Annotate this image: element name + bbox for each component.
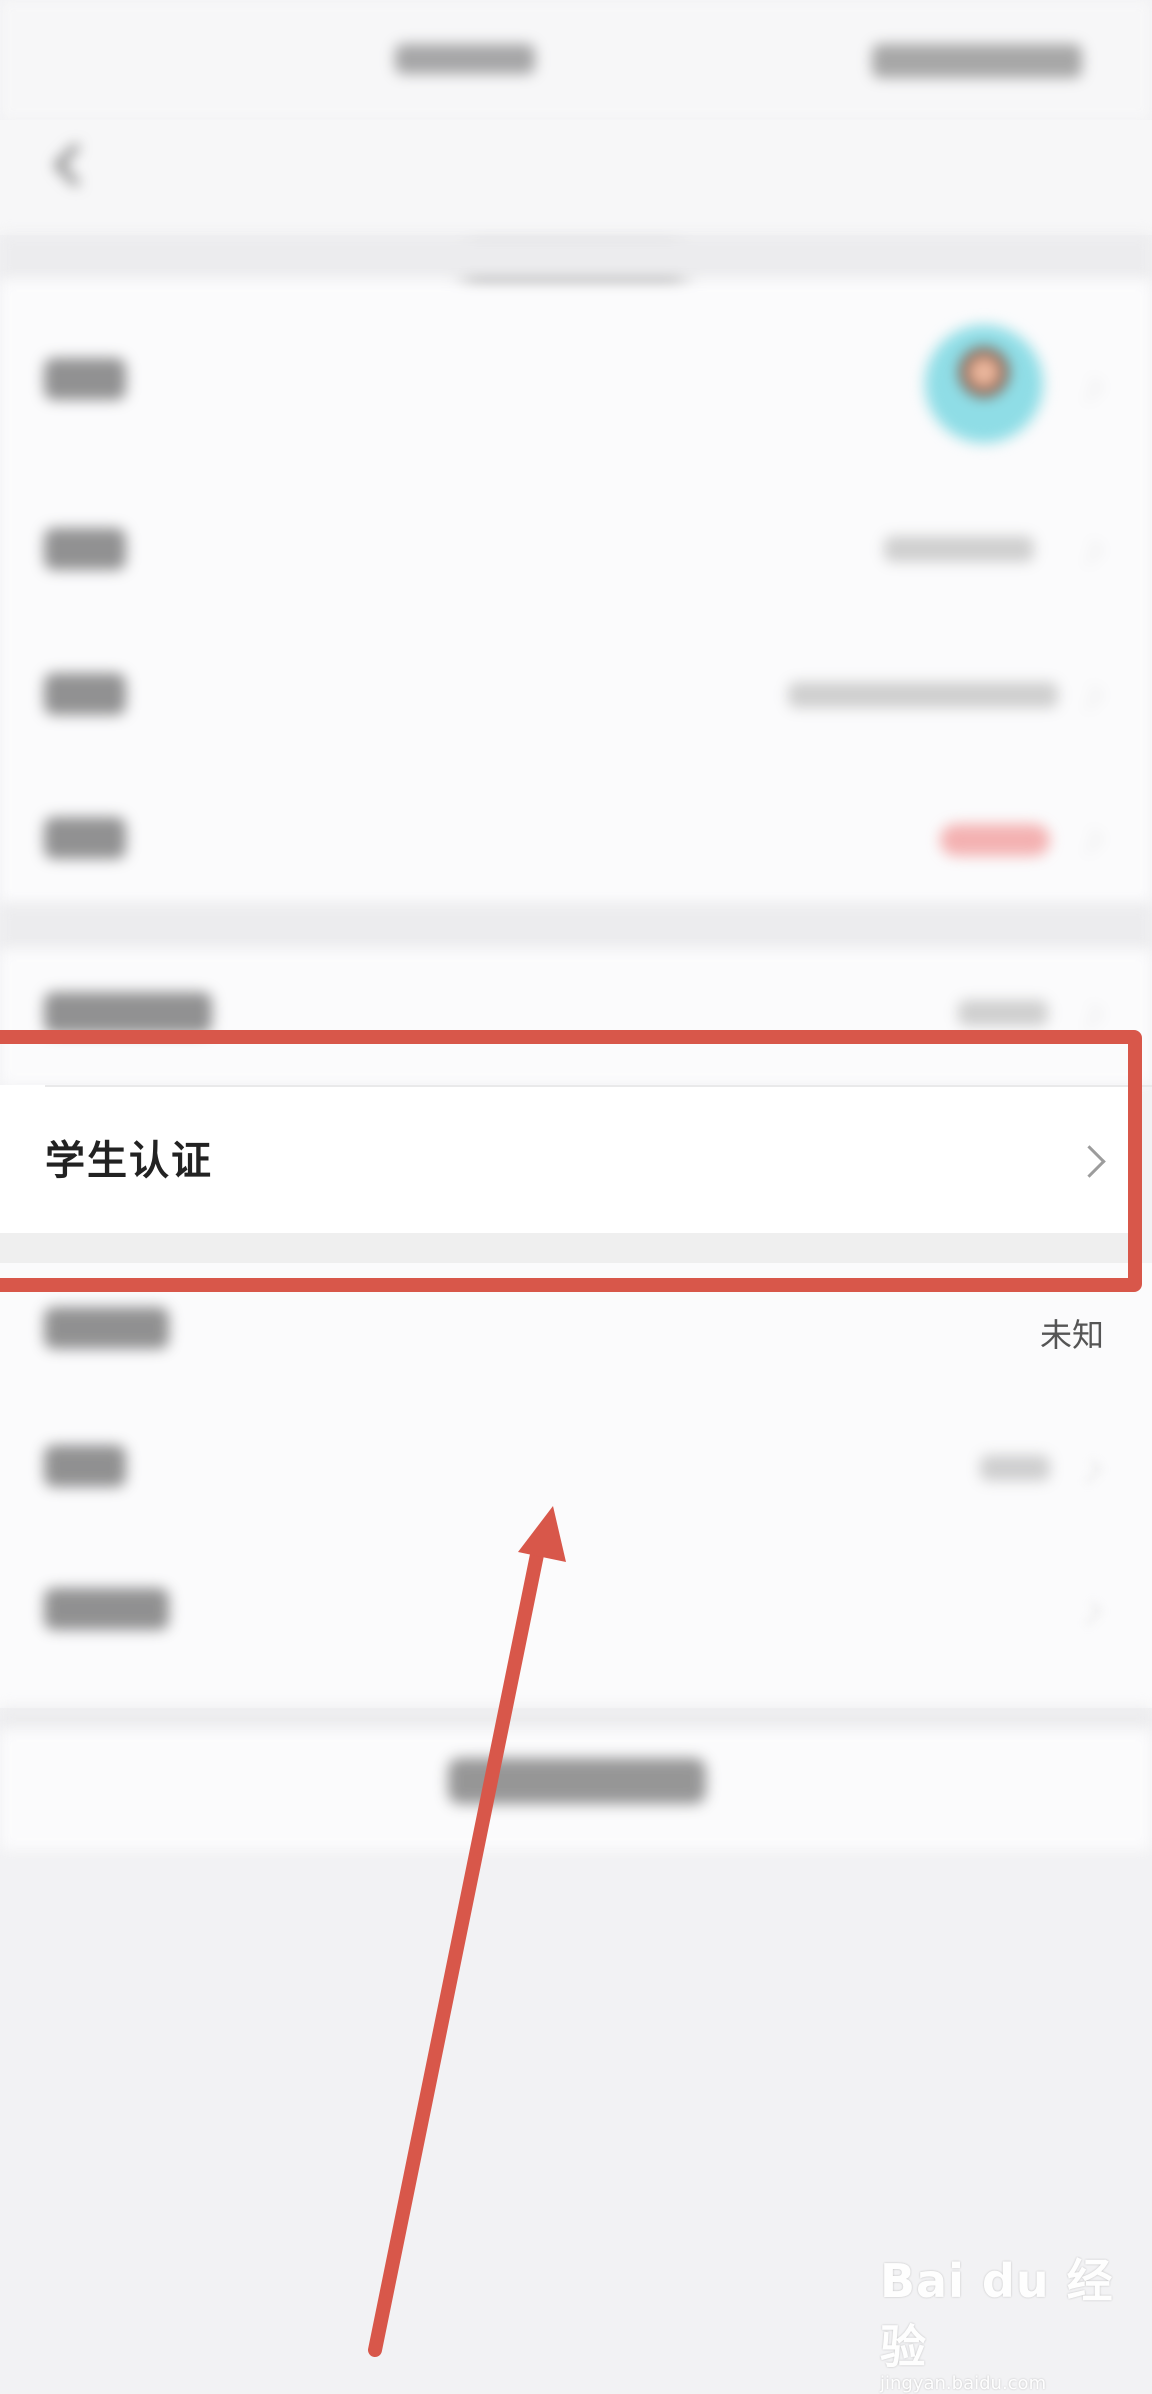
watermark-logo: Bai du 经验 jingyan.baidu.com: [880, 2254, 1114, 2394]
row-value-verify-1: [958, 1000, 1048, 1026]
footer-button[interactable]: [448, 1758, 706, 1804]
status-time: [395, 44, 535, 74]
section-divider: [0, 1708, 1152, 1730]
section-divider: [0, 905, 1152, 950]
row-label-info-1: [44, 1307, 169, 1349]
info-value-unknown: 未知: [1040, 1316, 1105, 1354]
chevron-right-icon: [1077, 1601, 1102, 1626]
chevron-right-icon: [1077, 685, 1102, 710]
status-badge: [940, 824, 1050, 856]
section-divider: [0, 235, 1152, 280]
chevron-right-icon: [1077, 1004, 1102, 1029]
row-label-info-3: [44, 1588, 169, 1630]
row-label-info-2: [44, 1445, 126, 1487]
row-label-2: [44, 528, 126, 570]
avatar[interactable]: [925, 325, 1043, 443]
row-label-4: [44, 817, 126, 859]
status-indicators: [872, 44, 1082, 78]
status-bar: [0, 0, 1152, 120]
row-label-avatar: [44, 358, 126, 400]
navigation-bar: [0, 120, 1152, 314]
row-value-2: [884, 536, 1034, 562]
chevron-right-icon: [1077, 377, 1102, 402]
row-value-3: [788, 682, 1058, 708]
chevron-left-icon[interactable]: [46, 143, 90, 187]
chevron-right-icon: [1077, 1459, 1102, 1484]
chevron-right-icon: [1077, 540, 1102, 565]
row-label-verify-1: [44, 992, 212, 1034]
row-value-info-2: [980, 1455, 1050, 1481]
info-card: [0, 1263, 1152, 1708]
highlight-box: [0, 1030, 1142, 1292]
chevron-right-icon: [1077, 829, 1102, 854]
row-label-3: [44, 673, 126, 715]
